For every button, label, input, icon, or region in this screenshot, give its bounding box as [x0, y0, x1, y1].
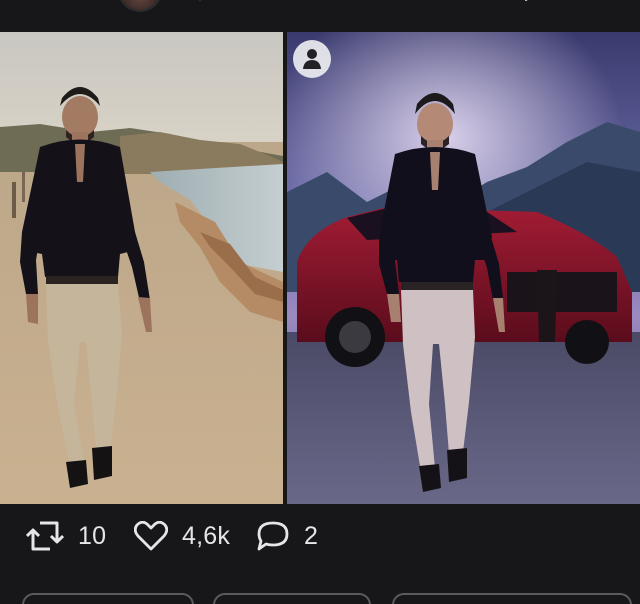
header-text-fragment	[525, 0, 528, 1]
heart-icon	[134, 521, 168, 551]
like-button[interactable]: 4,6k	[134, 518, 230, 554]
reply-button[interactable]: 2	[256, 518, 318, 554]
retweet-count: 10	[78, 521, 107, 550]
person-icon	[303, 49, 321, 69]
beach-photo	[0, 32, 283, 504]
retweet-icon	[26, 521, 64, 551]
post-image-original[interactable]	[0, 32, 283, 504]
post-header	[0, 0, 640, 32]
author-avatar[interactable]	[118, 0, 162, 12]
bottom-action-button[interactable]	[22, 593, 194, 604]
post-image-edited[interactable]	[287, 32, 640, 504]
post-action-bar: 10 4,6k 2	[0, 504, 640, 568]
header-text-fragment	[199, 0, 201, 1]
retweet-button[interactable]: 10	[26, 518, 106, 554]
comment-icon	[257, 521, 289, 551]
bottom-action-button[interactable]	[392, 593, 632, 604]
car-photo	[287, 32, 640, 504]
reply-count: 2	[304, 521, 319, 550]
like-count: 4,6k	[182, 521, 231, 550]
bottom-action-button[interactable]	[213, 593, 371, 604]
person-badge-icon[interactable]	[293, 40, 331, 78]
